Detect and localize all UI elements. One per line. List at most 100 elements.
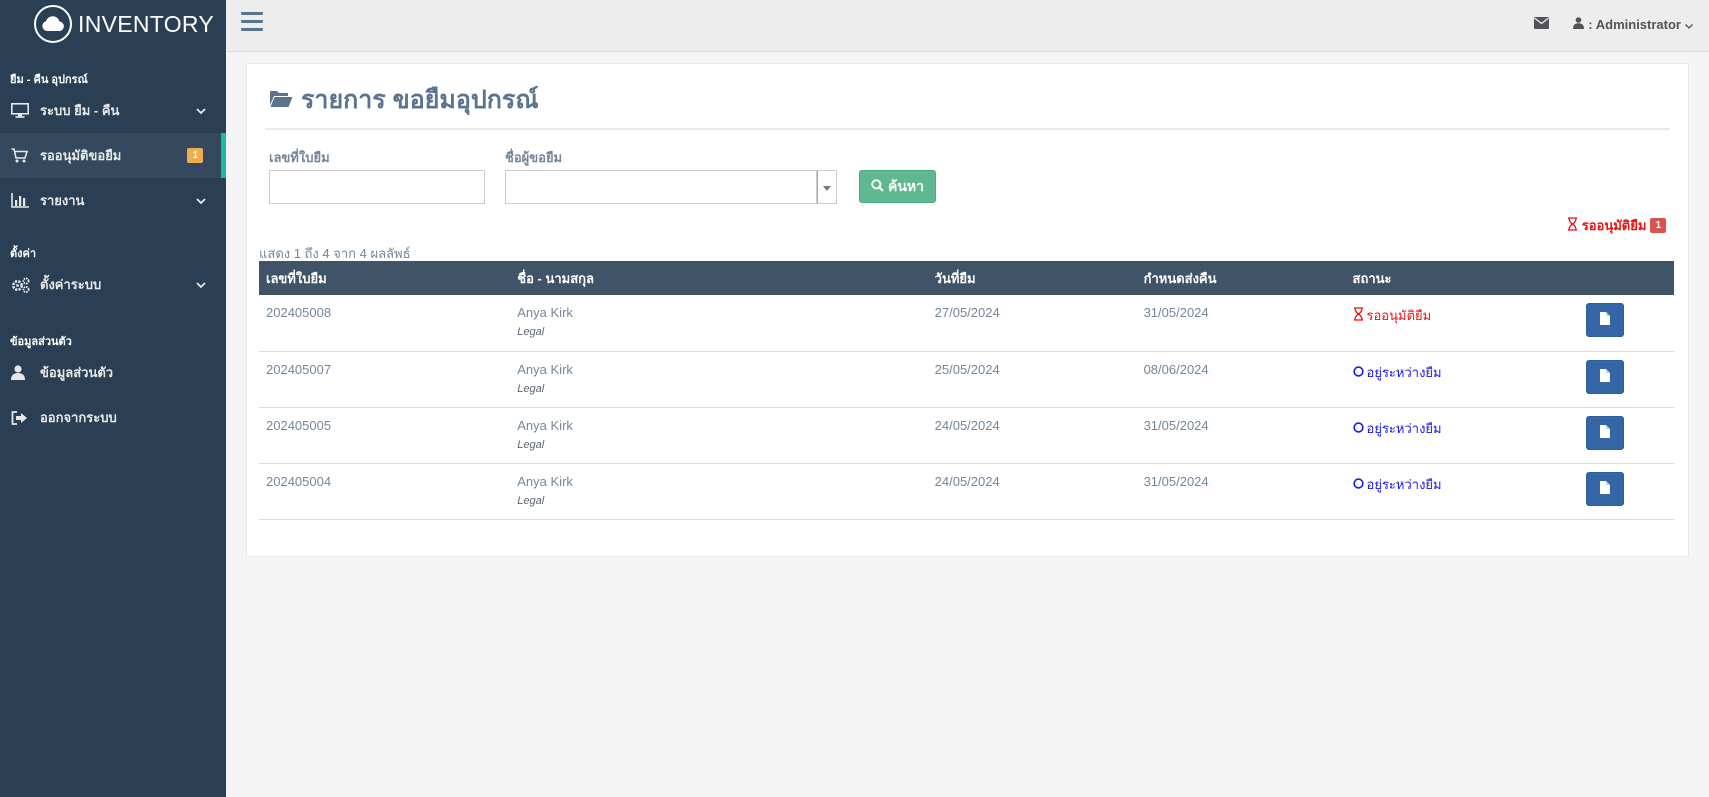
sidebar-item-system-settings[interactable]: ตั้งค่าระบบ [0, 262, 226, 307]
table-row[interactable]: 202405004 Anya Kirk Legal 24/05/2024 31/0… [259, 463, 1674, 519]
status-badge: อยู่ระหว่างยืม [1352, 418, 1572, 439]
chevron-down-icon [196, 278, 206, 292]
search-button[interactable]: ค้นหา [859, 170, 936, 203]
sidebar-section-settings: ตั้งค่า [10, 248, 37, 260]
borrower-select-toggle[interactable] [817, 170, 837, 204]
sidebar-item-label: รายงาน [40, 193, 85, 208]
user-name: : Administrator [1588, 17, 1681, 32]
borrow-date: 27/05/2024 [934, 305, 1000, 320]
caret-down-icon [823, 178, 831, 196]
status-text: อยู่ระหว่างยืม [1366, 476, 1442, 492]
sidebar-item-label: ข้อมูลส่วนตัว [40, 365, 114, 380]
file-icon [1600, 368, 1610, 385]
sidebar-item-profile[interactable]: ข้อมูลส่วนตัว [0, 350, 226, 395]
column-header[interactable]: สถานะ [1346, 261, 1579, 295]
action-cell [1579, 295, 1674, 351]
sidebar-item-logout[interactable]: ออกจากระบบ [0, 395, 226, 440]
department: Legal [517, 438, 545, 451]
cloud-icon [34, 5, 72, 43]
status-badge: อยู่ระหว่างยืม [1352, 362, 1572, 383]
action-cell [1579, 407, 1674, 463]
view-document-button[interactable] [1586, 415, 1624, 450]
borrower-name: Anya Kirk [517, 473, 573, 489]
table-row[interactable]: 202405008 Anya Kirk Legal 27/05/2024 31/0… [259, 295, 1674, 351]
borrower-cell: Anya Kirk Legal [510, 463, 927, 519]
monitor-icon [11, 103, 33, 118]
borrower-cell: Anya Kirk Legal [510, 351, 927, 407]
table-row[interactable]: 202405005 Anya Kirk Legal 24/05/2024 31/0… [259, 407, 1674, 463]
doc-number: 202405005 [266, 417, 332, 433]
view-document-button[interactable] [1586, 359, 1624, 394]
page-title-text: รายการ ขอยืมอุปกรณ์ [301, 86, 539, 114]
due-date: 31/05/2024 [1143, 473, 1209, 489]
action-cell [1579, 351, 1674, 407]
due-date: 31/05/2024 [1143, 417, 1209, 433]
borrow-date: 25/05/2024 [934, 361, 1000, 377]
cart-icon [11, 148, 33, 163]
page-title: รายการ ขอยืมอุปกรณ์ [269, 80, 539, 120]
chevron-down-icon [196, 194, 206, 208]
borrow-date: 24/05/2024 [934, 473, 1000, 489]
sidebar-item-borrow-system[interactable]: ระบบ ยืม - คืน [0, 88, 226, 133]
pending-count-badge: 1 [187, 148, 203, 163]
due-date: 08/06/2024 [1143, 361, 1209, 377]
borrower-cell: Anya Kirk Legal [510, 407, 927, 463]
borrower-cell: Anya Kirk Legal [510, 295, 927, 351]
user-icon [1573, 17, 1585, 32]
sidebar-item-label: ออกจากระบบ [40, 410, 117, 425]
circle-icon [1352, 477, 1364, 492]
sidebar-item-pending-approval[interactable]: รออนุมัติขอยืม 1 [0, 133, 226, 178]
status-badge: อยู่ระหว่างยืม [1352, 474, 1572, 495]
chevron-down-icon [1685, 17, 1693, 32]
hourglass-icon [1567, 217, 1578, 234]
due-date: 31/05/2024 [1143, 305, 1209, 320]
status-text: อยู่ระหว่างยืม [1366, 420, 1442, 436]
brand[interactable]: INVENTORY [0, 0, 226, 48]
sidebar: INVENTORY ยืม - คืน อุปกรณ์ ระบบ ยืม - ค… [0, 0, 226, 797]
borrower-name: Anya Kirk [517, 305, 573, 320]
circle-icon [1352, 365, 1364, 380]
view-document-button[interactable] [1586, 471, 1624, 506]
doc-number-input[interactable] [269, 170, 485, 204]
menu-toggle-icon[interactable] [241, 12, 263, 36]
status-text: อยู่ระหว่างยืม [1366, 364, 1442, 380]
brand-title: INVENTORY [78, 10, 215, 37]
sidebar-item-label: ระบบ ยืม - คืน [40, 103, 120, 118]
status-cell: อยู่ระหว่างยืม [1346, 407, 1579, 463]
borrower-select[interactable] [505, 170, 817, 204]
top-nav: : Administrator [226, 0, 1709, 52]
status-cell: รออนุมัติยืม [1346, 295, 1579, 351]
table-row[interactable]: 202405007 Anya Kirk Legal 25/05/2024 08/0… [259, 351, 1674, 407]
status-badge: รออนุมัติยืม [1353, 305, 1572, 326]
doc-number: 202405008 [266, 305, 332, 320]
sidebar-item-report[interactable]: รายงาน [0, 178, 226, 223]
mail-icon[interactable] [1534, 16, 1549, 34]
column-header[interactable]: ชื่อ - นามสกุล [510, 261, 927, 295]
folder-open-icon [269, 86, 293, 115]
file-icon [1600, 312, 1610, 328]
department: Legal [517, 494, 545, 507]
column-header[interactable]: วันที่ยืม [928, 261, 1137, 295]
status-text: รออนุมัติยืม [1366, 308, 1432, 323]
doc-number-label: เลขที่ใบยืม [269, 150, 330, 165]
pending-count-badge: 1 [1650, 218, 1666, 233]
borrow-table: เลขที่ใบยืม ชื่อ - นามสกุล วันที่ยืม กำห… [259, 261, 1674, 520]
search-button-label: ค้นหา [887, 177, 925, 194]
sidebar-item-label: รออนุมัติขอยืม [40, 148, 122, 163]
column-header[interactable]: เลขที่ใบยืม [259, 261, 510, 295]
borrower-name: Anya Kirk [517, 361, 573, 377]
table-header: เลขที่ใบยืม ชื่อ - นามสกุล วันที่ยืม กำห… [259, 261, 1674, 295]
file-icon [1600, 424, 1610, 441]
borrower-name: Anya Kirk [517, 417, 573, 433]
pending-filter-link[interactable]: รออนุมัติยืม 1 [1567, 215, 1666, 236]
view-document-button[interactable] [1586, 303, 1624, 337]
chevron-down-icon [196, 104, 206, 118]
hourglass-icon [1353, 307, 1364, 324]
department: Legal [517, 326, 545, 338]
department: Legal [517, 382, 545, 395]
user-icon [11, 365, 33, 380]
doc-number: 202405004 [266, 473, 332, 489]
column-header[interactable]: กำหนดส่งคืน [1137, 261, 1346, 295]
circle-icon [1352, 421, 1364, 436]
user-menu[interactable]: : Administrator [1573, 17, 1693, 32]
